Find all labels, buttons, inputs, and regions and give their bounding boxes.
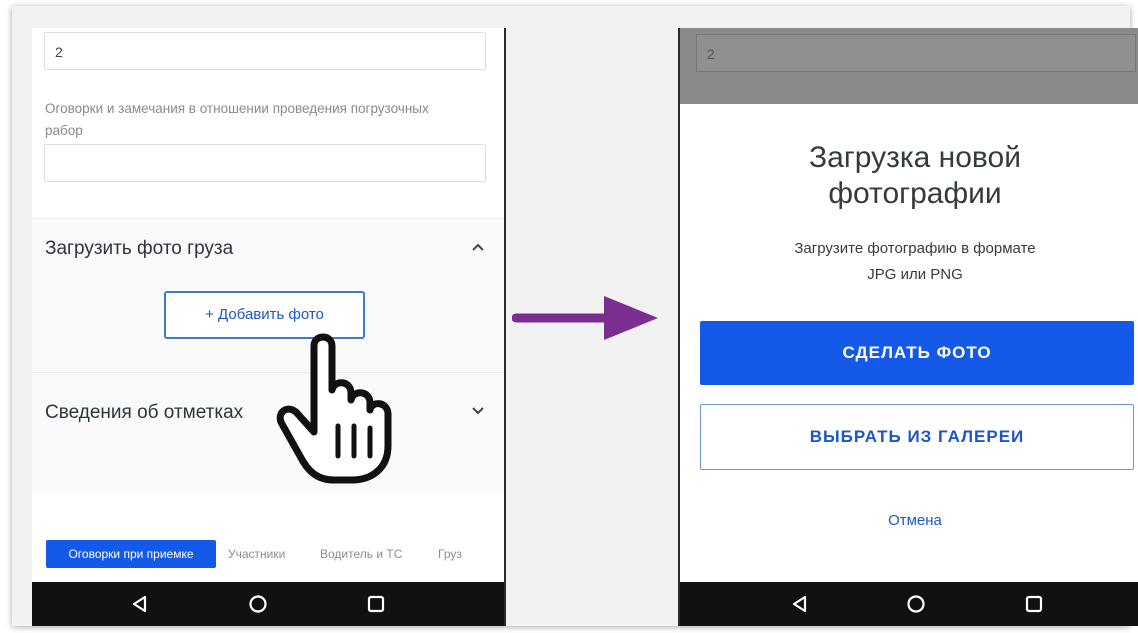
left-phone-screen: 2 Оговорки и замечания в отношении прове… <box>32 28 506 626</box>
chevron-down-icon[interactable] <box>470 402 486 418</box>
home-circle-icon[interactable] <box>248 594 268 614</box>
recents-square-icon[interactable] <box>1024 594 1044 614</box>
tab-participants[interactable]: Участники <box>228 540 285 568</box>
divider <box>32 372 504 373</box>
quantity-field[interactable]: 2 <box>44 32 486 70</box>
dialog-subtitle-line2: JPG или PNG <box>867 266 963 283</box>
home-circle-icon[interactable] <box>906 594 926 614</box>
dialog-subtitle-line1: Загрузите фотографию в формате <box>794 240 1036 257</box>
chevron-up-icon[interactable] <box>470 240 486 256</box>
android-nav-bar <box>680 582 1138 626</box>
marks-section-title[interactable]: Сведения об отметках <box>45 402 243 424</box>
dimmed-background: 2 <box>680 28 1138 104</box>
dimmed-quantity-field: 2 <box>696 34 1136 72</box>
remarks-label: Оговорки и замечания в отношении проведе… <box>45 101 429 138</box>
remarks-section: 2 Оговорки и замечания в отношении прове… <box>32 28 504 218</box>
back-triangle-icon[interactable] <box>790 594 810 614</box>
android-nav-bar <box>32 582 504 626</box>
dialog-title-text: Загрузка новой фотографии <box>809 141 1021 210</box>
arrow-right-icon <box>512 296 658 340</box>
divider <box>32 218 504 219</box>
choose-from-gallery-button[interactable]: ВЫБРАТЬ ИЗ ГАЛЕРЕИ <box>700 404 1134 470</box>
dialog-title: Загрузка новой фотографии <box>680 140 1138 212</box>
tab-cargo[interactable]: Груз <box>438 540 462 568</box>
recents-square-icon[interactable] <box>366 594 386 614</box>
tab-driver-vehicle[interactable]: Водитель и ТС <box>320 540 402 568</box>
right-phone-screen: 2 Загрузка новой фотографии Загрузите фо… <box>678 28 1138 626</box>
hand-pointer-icon <box>276 333 392 484</box>
screenshot-frame: 2 Оговорки и замечания в отношении прове… <box>12 6 1138 626</box>
tab-reception-remarks[interactable]: Оговорки при приемке <box>46 540 216 568</box>
cancel-link[interactable]: Отмена <box>680 512 1138 529</box>
take-photo-button[interactable]: СДЕЛАТЬ ФОТО <box>700 321 1134 385</box>
back-triangle-icon[interactable] <box>130 594 150 614</box>
dialog-subtitle: Загрузите фотографию в формате JPG или P… <box>680 236 1138 288</box>
upload-photo-section-title[interactable]: Загрузить фото груза <box>45 238 233 260</box>
remarks-input[interactable] <box>44 144 486 182</box>
